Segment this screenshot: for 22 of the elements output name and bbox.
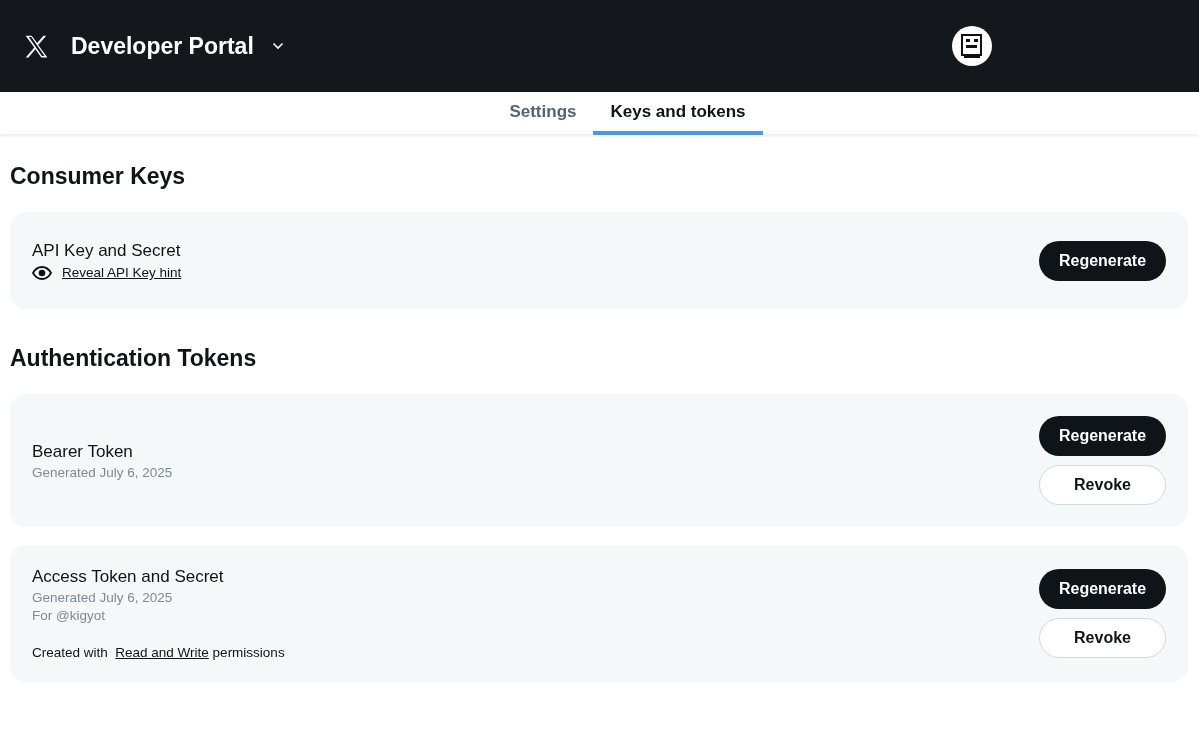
reveal-link[interactable]: Reveal API Key hint bbox=[62, 265, 182, 280]
permissions-text: Created with Read and Write permissions bbox=[32, 645, 285, 660]
section-heading: Consumer Keys bbox=[10, 163, 187, 190]
card-title: Access Token and Secret bbox=[32, 567, 225, 587]
tab[interactable]: Keys and tokens bbox=[593, 92, 763, 135]
regenerate-button[interactable]: Regenerate bbox=[1039, 416, 1166, 456]
section-heading: Authentication Tokens bbox=[10, 345, 258, 372]
tab[interactable]: Settings bbox=[492, 92, 594, 135]
revoke-button[interactable]: Revoke bbox=[1039, 465, 1166, 505]
eye-icon bbox=[32, 265, 52, 280]
card-meta: Generated July 6, 2025 bbox=[32, 464, 173, 480]
permissions-link[interactable]: Read and Write bbox=[115, 645, 209, 660]
portal-title: Developer Portal bbox=[71, 32, 254, 60]
card-meta: Generated July 6, 2025 bbox=[32, 590, 174, 605]
chevron-down-icon[interactable] bbox=[271, 42, 284, 50]
avatar-icon[interactable] bbox=[952, 26, 992, 66]
regenerate-button[interactable]: Regenerate bbox=[1039, 569, 1166, 609]
revoke-button[interactable]: Revoke bbox=[1039, 618, 1166, 658]
regenerate-button[interactable]: Regenerate bbox=[1039, 240, 1166, 281]
card-meta: For @kigyot bbox=[32, 608, 106, 623]
card-title: API Key and Secret bbox=[32, 241, 182, 261]
card-title: Bearer Token bbox=[32, 441, 134, 462]
